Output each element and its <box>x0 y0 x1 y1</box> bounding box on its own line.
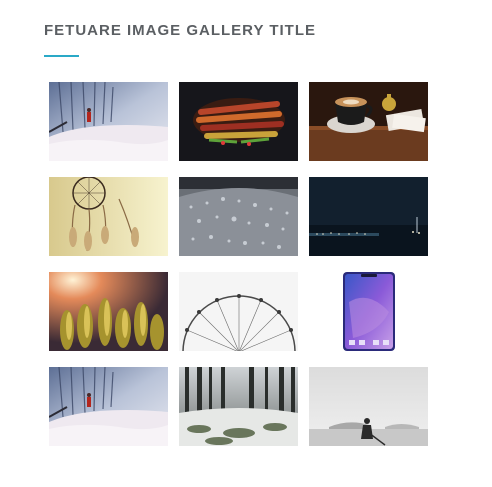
title-underline <box>44 55 79 57</box>
snowy-forest-image <box>179 367 298 446</box>
gallery-image-winter-forest-2[interactable] <box>49 367 168 446</box>
dreamcatcher-image <box>49 177 168 256</box>
gallery-image-smartphone[interactable] <box>309 272 428 351</box>
grilled-food-image <box>179 82 298 161</box>
gallery-title: FETUARE IMAGE GALLERY TITLE <box>44 22 317 39</box>
cactus-sunset-image <box>49 272 168 351</box>
gallery-image-coffee-cup[interactable] <box>309 82 428 161</box>
ferris-wheel-image <box>179 272 298 351</box>
gallery-image-grilled-food[interactable] <box>179 82 298 161</box>
gallery-image-snowy-forest[interactable] <box>179 367 298 446</box>
gallery-image-dreamcatcher[interactable] <box>49 177 168 256</box>
gallery-image-winter-forest[interactable] <box>49 82 168 161</box>
gallery-image-water-droplets[interactable] <box>179 177 298 256</box>
gallery-image-mist-photographer[interactable] <box>309 367 428 446</box>
gallery-image-ferris-wheel[interactable] <box>179 272 298 351</box>
water-droplets-image <box>179 177 298 256</box>
winter-forest-image <box>49 82 168 161</box>
night-coastline-image <box>309 177 428 256</box>
coffee-cup-image <box>309 82 428 161</box>
mist-photographer-image <box>309 367 428 446</box>
smartphone-image <box>309 272 428 351</box>
gallery-image-cactus-sunset[interactable] <box>49 272 168 351</box>
image-gallery-grid <box>49 82 428 446</box>
winter-forest-image <box>49 367 168 446</box>
gallery-image-night-coastline[interactable] <box>309 177 428 256</box>
